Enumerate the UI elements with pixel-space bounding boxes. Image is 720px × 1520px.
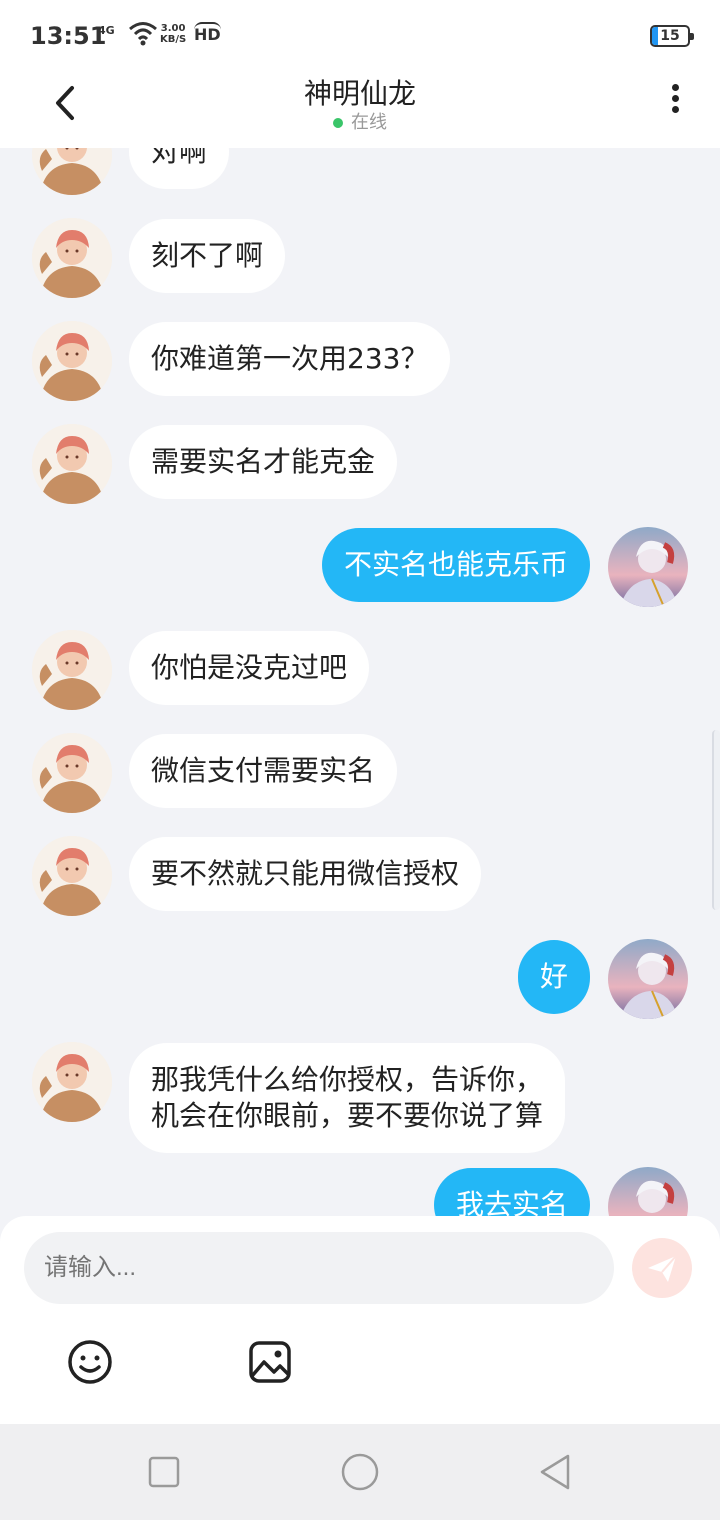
message-bubble: 你难道第一次用233？ [129,322,451,396]
message-bubble: 不实名也能克乐币 [321,528,590,602]
network-speed: 3.00 KB/S [160,23,186,45]
orange-hair-avatar[interactable] [32,733,112,813]
image-icon[interactable] [246,1338,294,1386]
orange-hair-avatar[interactable] [32,424,112,504]
message-bubble: 对啊 [129,148,230,189]
message-bubble: 需要实名才能克金 [129,425,398,499]
message-bubble: 好 [517,940,590,1014]
battery-level: 15 [660,28,680,44]
online-status: 在线 [0,108,720,134]
message-bubble: 微信支付需要实名 [129,734,398,808]
message-bubble: 刻不了啊 [129,219,286,293]
orange-hair-avatar[interactable] [32,1042,112,1122]
battery-icon: 15 [650,25,694,47]
network-speed-unit: KB/S [160,34,187,45]
orange-hair-avatar[interactable] [32,148,112,195]
system-navigation-bar [0,1424,720,1520]
message-line: 机会在你眼前，要不要你说了算 [151,1099,544,1132]
more-options-icon[interactable] [660,80,690,120]
smiley-icon[interactable] [66,1338,114,1386]
chat-header: 神明仙龙 在线 [0,72,720,148]
status-bar: 13:51 4G 3.00 KB/S HD 15 [0,0,720,72]
message-composer [0,1216,720,1424]
message-bubble: 那我凭什么给你授权，告诉你， 机会在你眼前，要不要你说了算 [129,1043,566,1153]
wifi-icon [129,22,157,46]
message-bubble: 你怕是没克过吧 [129,631,370,705]
message-bubble: 要不然就只能用微信授权 [129,837,482,911]
message-input[interactable] [24,1232,614,1304]
paper-plane-icon [648,1255,677,1282]
contact-name: 神明仙龙 [303,77,416,110]
orange-hair-avatar[interactable] [32,218,112,298]
white-hair-avatar[interactable] [608,939,688,1019]
orange-hair-avatar[interactable] [32,836,112,916]
scroll-handle[interactable] [712,730,720,910]
status-time: 13:51 [30,22,107,50]
network-speed-value: 3.00 [160,23,186,34]
online-dot-icon [333,118,343,128]
hd-badge: HD [194,22,221,44]
network-type: 4G [98,24,115,37]
message-list[interactable]: 对啊 刻不了啊 你难道第一次用233？ 需要实名才能克金 不实名也能克乐币 你怕… [0,148,720,1216]
recent-apps-icon[interactable] [144,1452,184,1492]
white-hair-avatar[interactable] [608,527,688,607]
online-status-label: 在线 [351,112,387,133]
message-line: 那我凭什么给你授权，告诉你， [151,1063,544,1096]
orange-hair-avatar[interactable] [32,321,112,401]
home-icon[interactable] [340,1452,380,1492]
orange-hair-avatar[interactable] [32,630,112,710]
back-triangle-icon[interactable] [536,1452,576,1492]
white-hair-avatar[interactable] [608,1167,688,1216]
message-bubble: 我去实名 [433,1168,590,1216]
send-button[interactable] [632,1238,692,1298]
